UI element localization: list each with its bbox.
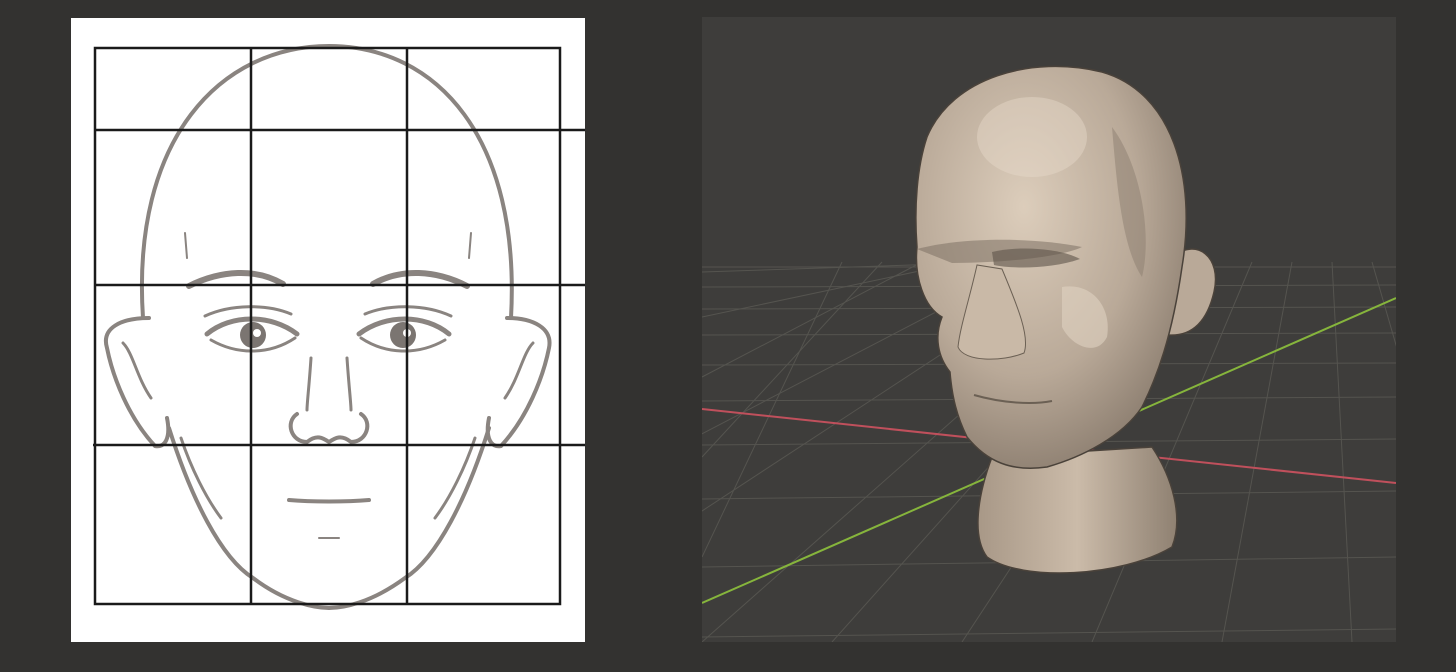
iris-right bbox=[390, 322, 416, 348]
nose-bridge-left bbox=[305, 356, 313, 412]
face-sketch-canvas bbox=[93, 43, 585, 610]
viewport-canvas[interactable] bbox=[702, 17, 1396, 642]
jaw-right bbox=[327, 426, 491, 610]
nose-base bbox=[288, 412, 370, 445]
mouth bbox=[287, 498, 371, 504]
face-proportion-sketch bbox=[71, 18, 585, 642]
3d-viewport[interactable] bbox=[702, 17, 1396, 642]
nose-bridge-right bbox=[345, 356, 353, 412]
head-outline bbox=[139, 43, 514, 320]
iris-left bbox=[240, 322, 266, 348]
proportion-grid bbox=[93, 46, 585, 606]
grid-border bbox=[93, 46, 562, 606]
ear-left bbox=[103, 316, 171, 449]
jaw-left bbox=[167, 426, 331, 610]
ear-right bbox=[485, 316, 552, 449]
irises bbox=[240, 322, 416, 348]
head-model[interactable] bbox=[915, 65, 1217, 574]
